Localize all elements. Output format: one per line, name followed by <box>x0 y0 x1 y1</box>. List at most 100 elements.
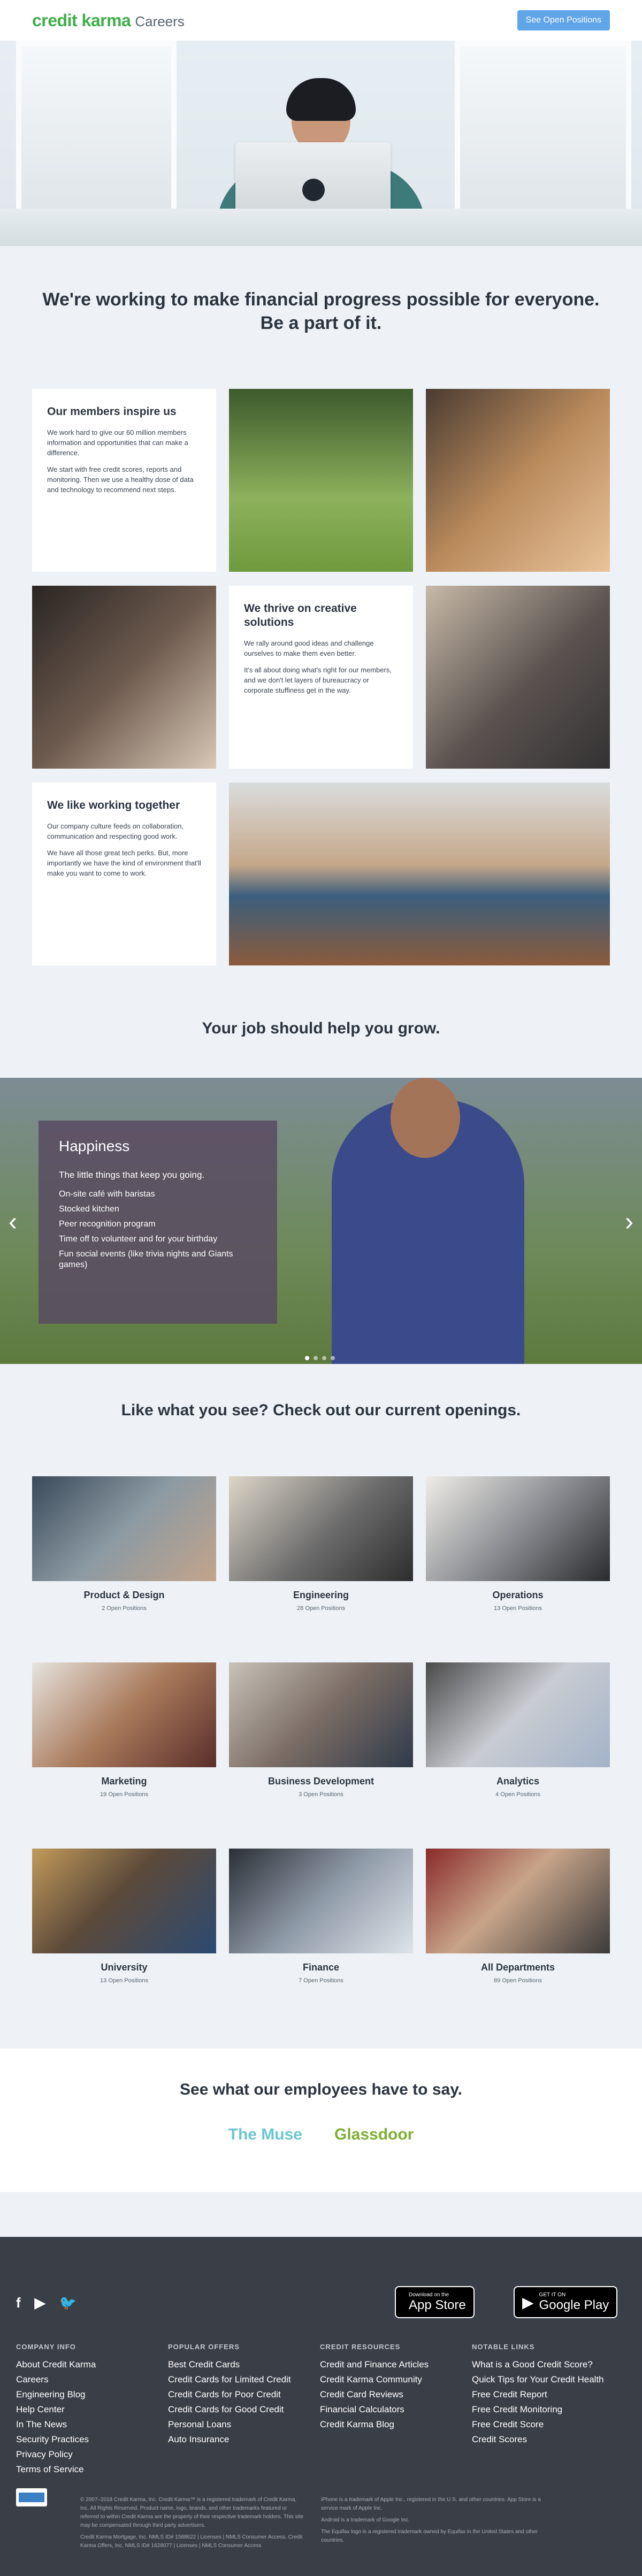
perk-item: Fun social events (like trivia nights an… <box>59 1249 233 1269</box>
footer-link[interactable]: Free Credit Report <box>472 2387 611 2402</box>
culture-card-title: We thrive on creative solutions <box>244 602 357 628</box>
carousel-dot[interactable] <box>331 1356 335 1360</box>
dept-analytics[interactable]: Analytics 4 Open Positions <box>426 1662 610 1798</box>
dept-all-departments[interactable]: All Departments 89 Open Positions <box>426 1849 610 1984</box>
dept-image[interactable] <box>426 1849 610 1953</box>
dept-name[interactable]: Analytics <box>426 1776 610 1787</box>
footer-link[interactable]: Privacy Policy <box>16 2447 155 2462</box>
footer-link[interactable]: Credit and Finance Articles <box>320 2357 459 2372</box>
carousel-next-icon[interactable]: › <box>625 1209 633 1235</box>
footer-col-resources: CREDIT RESOURCES Credit and Finance Arti… <box>320 2343 459 2432</box>
google-play-icon: ▶ <box>522 2294 534 2311</box>
dept-name[interactable]: Finance <box>229 1962 413 1973</box>
dept-count: 7 Open Positions <box>299 1977 343 1984</box>
dept-count: 19 Open Positions <box>100 1791 148 1798</box>
dept-image[interactable] <box>229 1849 413 1953</box>
the-muse-link[interactable]: The Muse <box>228 2126 302 2144</box>
footer-link[interactable]: Engineering Blog <box>16 2387 155 2402</box>
site-footer: f ▶ 🐦 Download on the App Store ▶ GET IT… <box>0 2237 642 2576</box>
culture-card-together: We like working together Our company cul… <box>32 783 216 965</box>
footer-link[interactable]: Credit Scores <box>472 2432 611 2447</box>
social-links: f ▶ 🐦 <box>16 2295 77 2311</box>
carousel-person-head <box>391 1078 460 1158</box>
footer-link[interactable]: Credit Card Reviews <box>320 2387 459 2402</box>
footer-link[interactable]: Security Practices <box>16 2432 155 2447</box>
dept-business-development[interactable]: Business Development 3 Open Positions <box>229 1662 413 1798</box>
dept-name[interactable]: Engineering <box>229 1590 413 1601</box>
google-play-big-text: Google Play <box>539 2297 609 2312</box>
footer-link[interactable]: Quick Tips for Your Credit Health <box>472 2372 611 2387</box>
dept-engineering[interactable]: Engineering 28 Open Positions <box>229 1476 413 1612</box>
footer-link[interactable]: Help Center <box>16 2402 155 2417</box>
dept-name[interactable]: All Departments <box>426 1962 610 1973</box>
laptop-logo-icon <box>302 179 325 201</box>
footer-link[interactable]: Credit Cards for Poor Credit <box>168 2387 307 2402</box>
dept-name[interactable]: Marketing <box>32 1776 216 1787</box>
app-store-big-text: App Store <box>409 2297 466 2312</box>
footer-link[interactable]: About Credit Karma <box>16 2357 155 2372</box>
footer-link[interactable]: What is a Good Credit Score? <box>472 2357 611 2372</box>
brand[interactable]: credit karma Careers <box>32 11 185 30</box>
footer-col-notable: NOTABLE LINKS What is a Good Credit Scor… <box>472 2343 611 2447</box>
carousel-heading: Happiness <box>59 1138 130 1154</box>
twitter-icon[interactable]: 🐦 <box>59 2295 77 2311</box>
dept-image[interactable] <box>426 1662 610 1767</box>
dept-name[interactable]: University <box>32 1962 216 1973</box>
dept-marketing[interactable]: Marketing 19 Open Positions <box>32 1662 216 1798</box>
footer-link[interactable]: Credit Karma Blog <box>320 2417 459 2432</box>
dept-image[interactable] <box>32 1849 216 1953</box>
culture-card-text: We work hard to give our 60 million memb… <box>47 428 188 457</box>
carousel-dot[interactable] <box>305 1356 309 1360</box>
footer-link[interactable]: Best Credit Cards <box>168 2357 307 2372</box>
security-badge-icon[interactable] <box>16 2488 47 2506</box>
culture-card-text: We rally around good ideas and challenge… <box>244 639 374 657</box>
dept-image[interactable] <box>32 1662 216 1767</box>
carousel-dot[interactable] <box>314 1356 318 1360</box>
dept-name[interactable]: Business Development <box>229 1776 413 1787</box>
dept-name[interactable]: Product & Design <box>32 1590 216 1601</box>
footer-link[interactable]: Free Credit Monitoring <box>472 2402 611 2417</box>
dept-operations[interactable]: Operations 13 Open Positions <box>426 1476 610 1612</box>
perk-item: Stocked kitchen <box>59 1205 119 1214</box>
dept-image[interactable] <box>32 1476 216 1581</box>
google-play-badge[interactable]: ▶ GET IT ON Google Play <box>514 2286 618 2318</box>
dept-name[interactable]: Operations <box>426 1590 610 1601</box>
footer-link[interactable]: Careers <box>16 2372 155 2387</box>
footer-col-title: POPULAR OFFERS <box>168 2343 240 2351</box>
footer-link[interactable]: Personal Loans <box>168 2417 307 2432</box>
youtube-icon[interactable]: ▶ <box>35 2295 45 2311</box>
facebook-icon[interactable]: f <box>16 2295 21 2311</box>
carousel-dot[interactable] <box>322 1356 326 1360</box>
footer-link[interactable]: Credit Karma Community <box>320 2372 459 2387</box>
footer-link[interactable]: Financial Calculators <box>320 2402 459 2417</box>
dept-finance[interactable]: Finance 7 Open Positions <box>229 1849 413 1984</box>
footer-link[interactable]: Credit Cards for Limited Credit <box>168 2372 307 2387</box>
grow-title: Your job should help you grow. <box>202 1019 440 1037</box>
carousel-tagline: The little things that keep you going. <box>59 1170 205 1180</box>
see-open-positions-button[interactable]: See Open Positions <box>517 10 610 30</box>
footer-link[interactable]: In The News <box>16 2417 155 2432</box>
perk-item: Time off to volunteer and for your birth… <box>59 1235 218 1244</box>
footer-link[interactable]: Auto Insurance <box>168 2432 307 2447</box>
culture-card-text: We start with free credit scores, report… <box>47 465 194 494</box>
app-store-badge[interactable]: Download on the App Store <box>395 2286 475 2318</box>
glassdoor-link[interactable]: Glassdoor <box>334 2126 414 2144</box>
footer-link[interactable]: Credit Cards for Good Credit <box>168 2402 307 2417</box>
photo-couch-chat <box>426 586 610 769</box>
carousel-prev-icon[interactable]: ‹ <box>9 1209 17 1235</box>
dept-image[interactable] <box>229 1662 413 1767</box>
legal-text: Credit Karma Mortgage, Inc. NMLS ID# 158… <box>80 2534 303 2549</box>
dept-university[interactable]: University 13 Open Positions <box>32 1849 216 1984</box>
dept-product-design[interactable]: Product & Design 2 Open Positions <box>32 1476 216 1612</box>
dept-image[interactable] <box>229 1476 413 1581</box>
legal-left: © 2007–2018 Credit Karma, Inc. Credit Ka… <box>80 2496 305 2550</box>
dept-image[interactable] <box>426 1476 610 1581</box>
perks-carousel[interactable]: Happiness The little things that keep yo… <box>0 1078 642 1364</box>
footer-link[interactable]: Terms of Service <box>16 2462 155 2477</box>
openings-title: Like what you see? Check out our current… <box>121 1401 521 1419</box>
footer-link[interactable]: Free Credit Score <box>472 2417 611 2432</box>
legal-text: © 2007–2018 Credit Karma, Inc. Credit Ka… <box>80 2497 304 2528</box>
culture-card-text: We have all those great tech perks. But,… <box>47 849 201 877</box>
app-store-small-text: Download on the <box>409 2291 449 2298</box>
credit-karma-logo[interactable]: credit karma <box>32 11 131 30</box>
